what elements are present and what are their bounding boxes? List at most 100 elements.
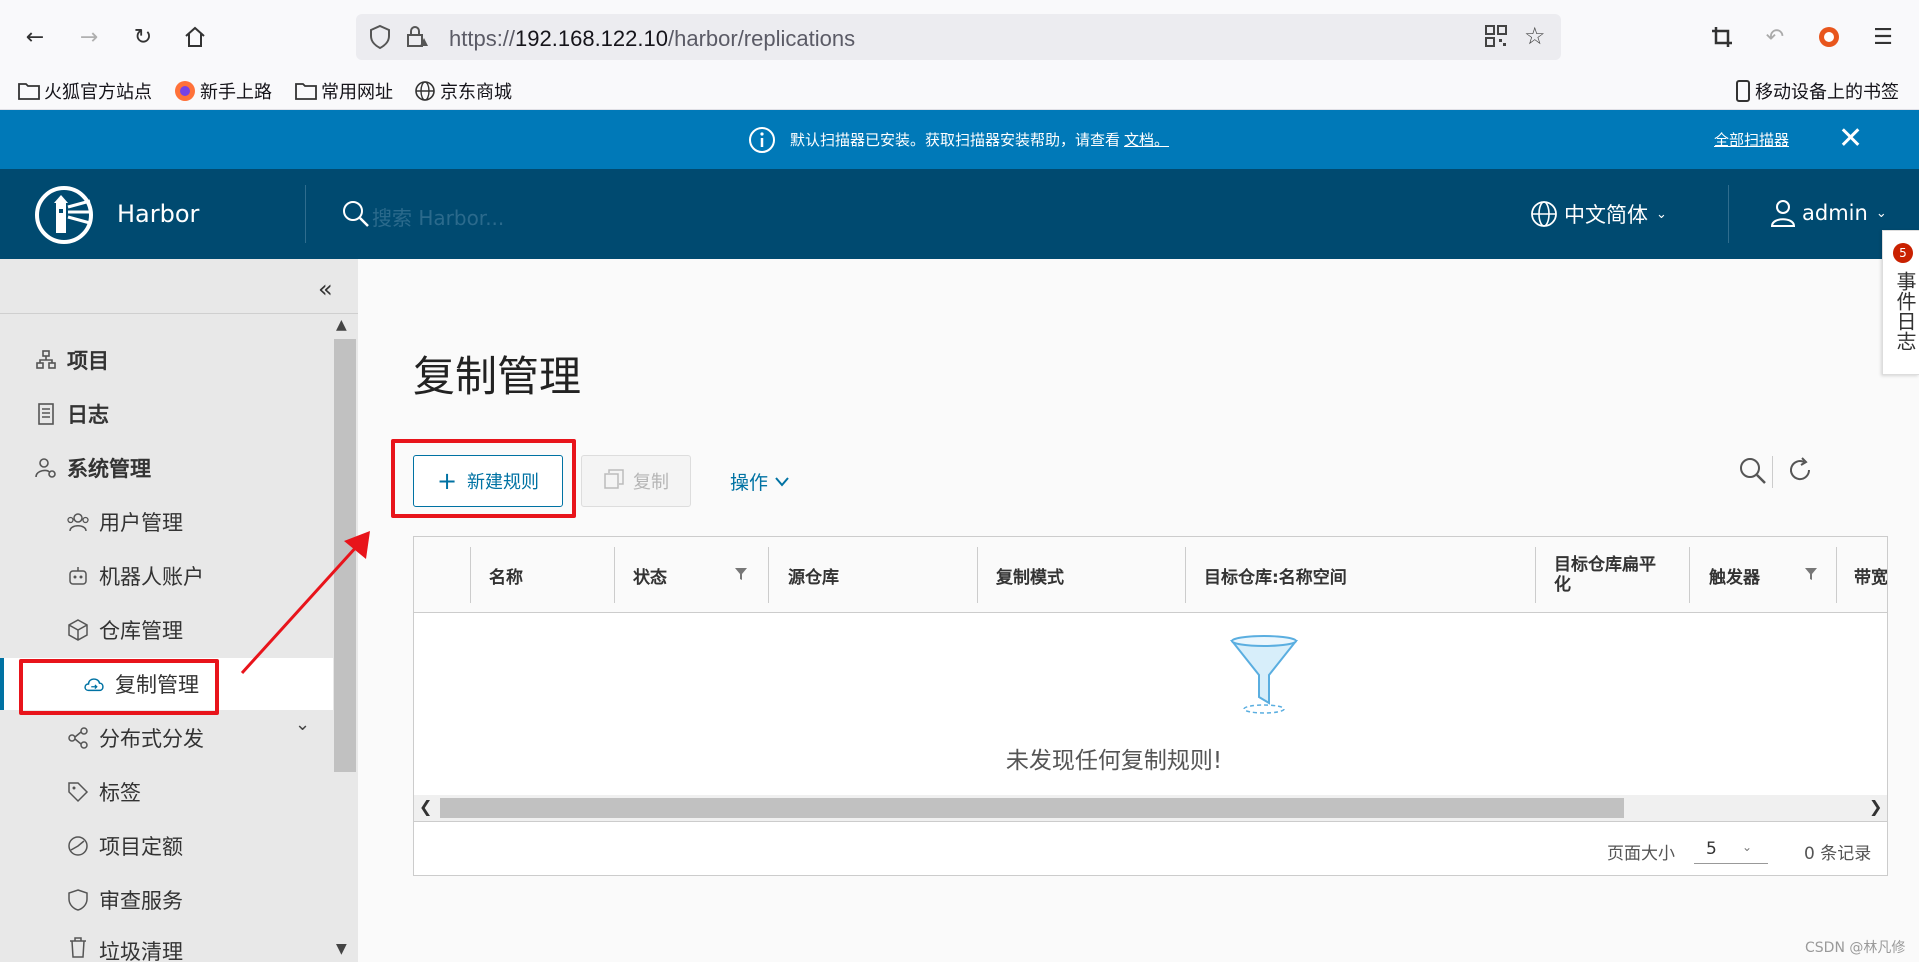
event-log-tab[interactable]: 5 事件日志 bbox=[1882, 230, 1919, 375]
search-icon[interactable] bbox=[1738, 456, 1768, 490]
app-header: Harbor 搜索 Harbor... 中文简体 ⌄ admin ⌄ bbox=[0, 169, 1919, 259]
filter-icon[interactable] bbox=[1804, 567, 1818, 585]
folder-icon bbox=[18, 83, 40, 100]
global-search-input[interactable]: 搜索 Harbor... bbox=[372, 202, 504, 231]
bookmark-item[interactable]: 火狐官方站点 bbox=[18, 78, 152, 104]
chevron-down-icon[interactable]: ⌄ bbox=[1742, 840, 1752, 854]
column-header-flattening[interactable]: 目标仓库扁平化 bbox=[1554, 537, 1664, 613]
filter-icon[interactable] bbox=[734, 567, 748, 585]
sidebar-item-admin[interactable]: 系统管理 bbox=[0, 442, 333, 494]
column-header-mode[interactable]: 复制模式 bbox=[996, 537, 1064, 613]
qr-code-icon[interactable] bbox=[1484, 24, 1508, 52]
scroll-right-icon[interactable]: ❯ bbox=[1869, 797, 1882, 816]
column-header-name[interactable]: 名称 bbox=[489, 537, 523, 613]
chevron-down-icon: ⌄ bbox=[1656, 206, 1667, 222]
column-header-trigger[interactable]: 触发器 bbox=[1709, 537, 1760, 613]
sidebar-item-gc[interactable]: 垃圾清理 bbox=[0, 928, 333, 962]
sidebar-item-quotas[interactable]: 项目定额 bbox=[0, 820, 333, 872]
page-size-label: 页面大小 bbox=[1607, 844, 1675, 864]
home-icon[interactable] bbox=[178, 20, 212, 54]
user-icon bbox=[1770, 200, 1796, 227]
user-menu[interactable]: admin ⌄ bbox=[1770, 199, 1887, 227]
bookmark-item[interactable]: 常用网址 bbox=[295, 78, 393, 104]
all-scanners-link[interactable]: 全部扫描器 bbox=[1714, 129, 1789, 150]
reload-icon[interactable]: ↻ bbox=[126, 20, 160, 54]
column-header-source[interactable]: 源仓库 bbox=[788, 537, 839, 613]
scanner-banner: 默认扫描器已安装。获取扫描器安装帮助，请查看 文档。 全部扫描器 ✕ bbox=[0, 110, 1919, 169]
language-selector[interactable]: 中文简体 ⌄ bbox=[1530, 199, 1667, 229]
url-text[interactable]: https://192.168.122.10/harbor/replicatio… bbox=[449, 26, 855, 52]
search-icon[interactable] bbox=[342, 200, 370, 232]
copy-icon bbox=[603, 468, 625, 494]
undo-icon[interactable]: ↶ bbox=[1758, 20, 1792, 54]
firefox-icon bbox=[175, 81, 195, 101]
divider bbox=[768, 547, 769, 603]
admin-icon bbox=[35, 457, 57, 479]
annotation-arrow bbox=[240, 531, 370, 675]
mobile-bookmarks[interactable]: 移动设备上的书签 bbox=[1735, 78, 1899, 104]
sidebar-item-logs[interactable]: 日志 bbox=[0, 388, 333, 440]
replication-rules-table: 名称 状态 源仓库 复制模式 目标仓库:名称空间 目标仓库扁平化 触发器 带宽 … bbox=[413, 536, 1888, 876]
annotation-box bbox=[19, 659, 219, 715]
horizontal-scroll-thumb[interactable] bbox=[440, 798, 1624, 818]
divider bbox=[470, 547, 471, 603]
logs-icon bbox=[35, 403, 57, 425]
divider bbox=[1772, 456, 1773, 488]
table-header: 名称 状态 源仓库 复制模式 目标仓库:名称空间 目标仓库扁平化 触发器 带宽 bbox=[414, 537, 1887, 613]
collapse-sidebar-icon[interactable]: « bbox=[318, 275, 333, 303]
forward-icon[interactable]: → bbox=[72, 20, 106, 54]
watermark: CSDN @林凡修 bbox=[1805, 940, 1906, 956]
crop-icon[interactable] bbox=[1705, 20, 1739, 54]
chevron-down-icon bbox=[774, 471, 790, 493]
event-count-badge: 5 bbox=[1893, 243, 1913, 263]
projects-icon bbox=[35, 349, 57, 371]
back-icon[interactable]: ← bbox=[18, 20, 52, 54]
mobile-icon bbox=[1736, 80, 1750, 102]
extension-icon[interactable] bbox=[1812, 20, 1846, 54]
column-header-destination[interactable]: 目标仓库:名称空间 bbox=[1204, 537, 1347, 613]
scroll-up-icon[interactable]: ▲ bbox=[336, 317, 347, 333]
star-icon[interactable]: ☆ bbox=[1524, 22, 1546, 50]
url-bar[interactable]: https://192.168.122.10/harbor/replicatio… bbox=[356, 14, 1561, 60]
actions-dropdown[interactable]: 操作 bbox=[730, 468, 790, 495]
sidebar-item-interrogation[interactable]: 审查服务 bbox=[0, 874, 333, 926]
globe-icon bbox=[415, 81, 435, 101]
divider bbox=[305, 185, 306, 243]
bookmark-item[interactable]: 京东商城 bbox=[414, 78, 512, 104]
harbor-logo[interactable] bbox=[34, 185, 94, 245]
refresh-icon[interactable] bbox=[1786, 456, 1814, 488]
sidebar-item-labels[interactable]: 标签 bbox=[0, 766, 333, 818]
column-header-status[interactable]: 状态 bbox=[633, 537, 667, 613]
username: admin bbox=[1802, 201, 1868, 225]
close-icon[interactable]: ✕ bbox=[1838, 124, 1863, 154]
robot-icon bbox=[67, 565, 89, 587]
scroll-left-icon[interactable]: ❮ bbox=[419, 797, 432, 816]
browser-toolbar: ← → ↻ https://192.168.122.10/harbor/repl… bbox=[0, 0, 1919, 74]
banner-doc-link[interactable]: 文档。 bbox=[1124, 131, 1169, 149]
shield-icon[interactable] bbox=[368, 24, 392, 54]
bookmark-item[interactable]: 新手上路 bbox=[174, 78, 272, 104]
divider bbox=[1689, 547, 1690, 603]
registry-icon bbox=[67, 619, 89, 641]
column-header-bandwidth[interactable]: 带宽 bbox=[1854, 537, 1887, 613]
distribution-icon bbox=[67, 727, 89, 749]
scroll-down-icon[interactable]: ▼ bbox=[336, 941, 347, 957]
banner-message: 默认扫描器已安装。获取扫描器安装帮助，请查看 bbox=[790, 131, 1121, 149]
divider bbox=[1185, 547, 1186, 603]
sidebar-item-projects[interactable]: 项目 bbox=[0, 334, 333, 386]
divider bbox=[614, 547, 615, 603]
horizontal-scrollbar[interactable]: ❮ ❯ bbox=[414, 795, 1887, 821]
lock-warning-icon[interactable] bbox=[404, 24, 430, 54]
menu-icon[interactable]: ☰ bbox=[1866, 20, 1900, 54]
quota-icon bbox=[67, 835, 89, 857]
shield-icon bbox=[67, 889, 89, 911]
copy-rule-button[interactable]: 复制 bbox=[581, 455, 691, 507]
record-count: 0 条记录 bbox=[1804, 844, 1872, 864]
page-size-select[interactable]: 5 bbox=[1694, 834, 1768, 864]
annotation-box bbox=[391, 439, 576, 518]
folder-icon bbox=[295, 83, 317, 100]
brand-name[interactable]: Harbor bbox=[117, 200, 199, 228]
empty-funnel-icon bbox=[1229, 635, 1299, 719]
sidebar-item-distribution[interactable]: 分布式分发 bbox=[0, 712, 333, 764]
users-icon bbox=[67, 511, 89, 533]
